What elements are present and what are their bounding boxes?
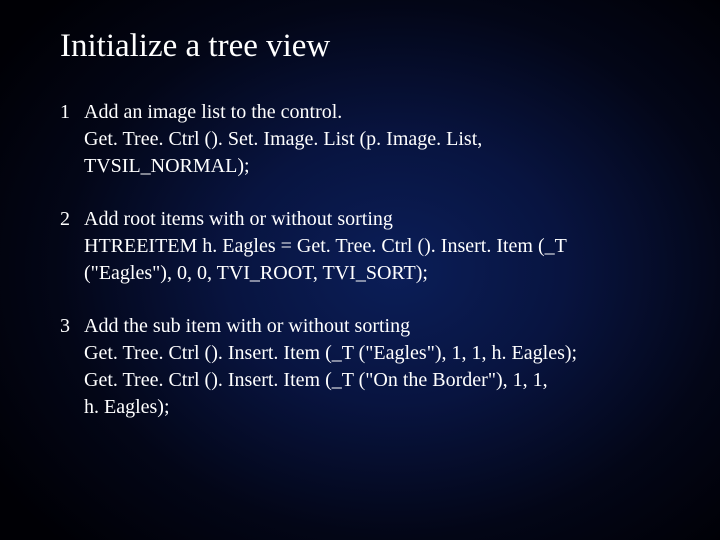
list-item: 1 Add an image list to the control. Get.…: [60, 99, 660, 180]
item-lead: Add an image list to the control.: [84, 99, 660, 126]
item-line: TVSIL_NORMAL);: [84, 153, 660, 180]
item-line: ("Eagles"), 0, 0, TVI_ROOT, TVI_SORT);: [84, 260, 660, 287]
list-item: 3 Add the sub item with or without sorti…: [60, 313, 660, 421]
list-item: 2 Add root items with or without sorting…: [60, 206, 660, 287]
item-lead: Add the sub item with or without sorting: [84, 313, 660, 340]
item-line: Get. Tree. Ctrl (). Set. Image. List (p.…: [84, 126, 660, 153]
item-number: 3: [60, 313, 84, 340]
item-line: h. Eagles);: [84, 394, 660, 421]
slide: Initialize a tree view 1 Add an image li…: [0, 0, 720, 540]
item-lead: Add root items with or without sorting: [84, 206, 660, 233]
item-line: HTREEITEM h. Eagles = Get. Tree. Ctrl ()…: [84, 233, 660, 260]
item-number: 1: [60, 99, 84, 126]
item-line: Get. Tree. Ctrl (). Insert. Item (_T ("E…: [84, 340, 660, 367]
item-number: 2: [60, 206, 84, 233]
item-line: Get. Tree. Ctrl (). Insert. Item (_T ("O…: [84, 367, 660, 394]
slide-title: Initialize a tree view: [60, 28, 660, 65]
